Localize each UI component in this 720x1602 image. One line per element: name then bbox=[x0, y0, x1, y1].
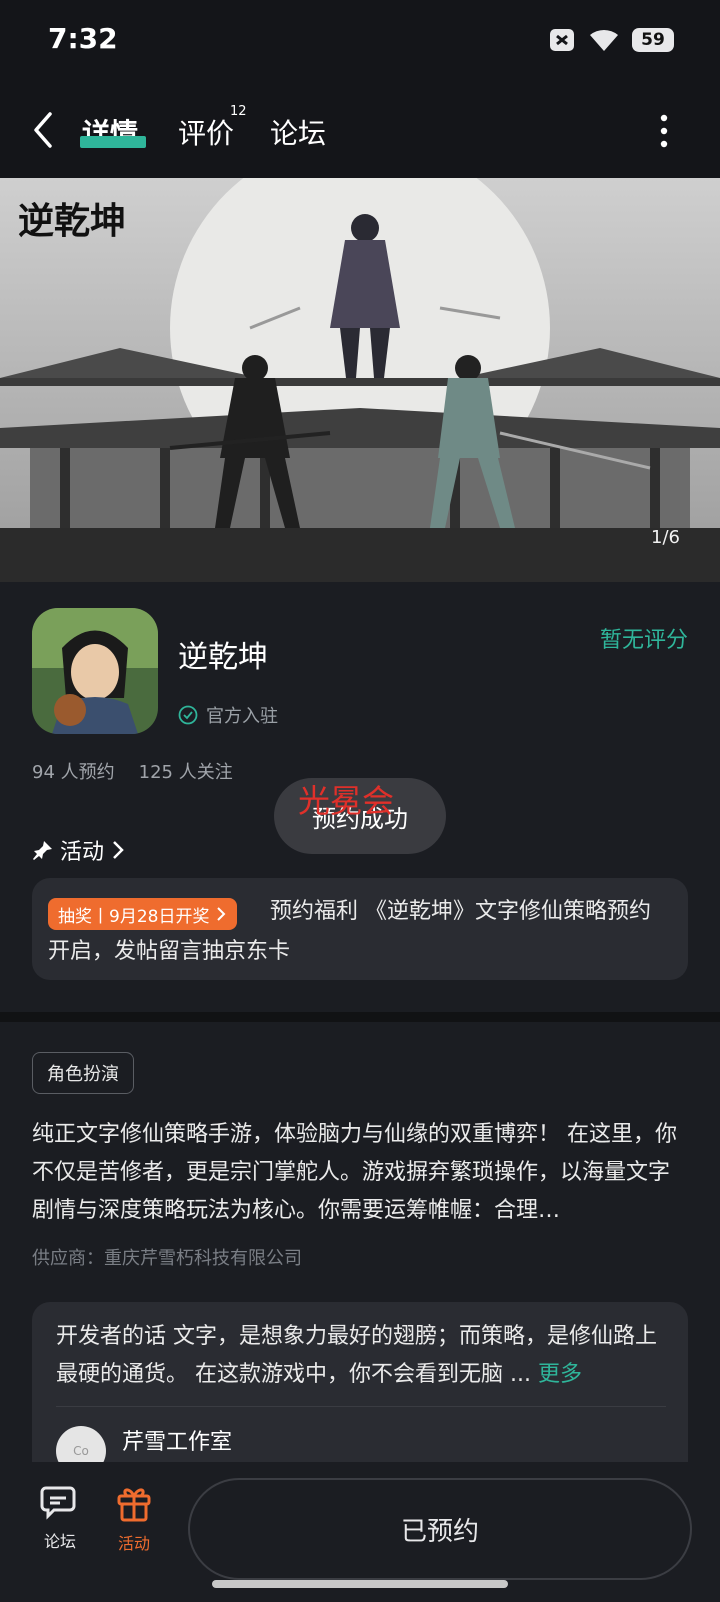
forum-icon bbox=[40, 1486, 76, 1520]
activity-section-header[interactable]: 活动 bbox=[32, 834, 126, 866]
divider bbox=[56, 1406, 666, 1407]
app-icon bbox=[32, 608, 158, 734]
hero-banner[interactable]: 逆乾坤 1/6 bbox=[0, 178, 720, 582]
genre-tag[interactable]: 角色扮演 bbox=[32, 1052, 134, 1094]
status-icons: 59 bbox=[548, 26, 674, 54]
chevron-right-icon bbox=[217, 907, 226, 921]
nav-forum-label: 论坛 bbox=[43, 1532, 76, 1551]
battery-indicator: 59 bbox=[632, 28, 674, 52]
home-indicator[interactable] bbox=[212, 1580, 508, 1588]
more-options-icon[interactable] bbox=[660, 114, 668, 148]
gift-icon bbox=[117, 1488, 151, 1522]
activity-card[interactable]: 预约福利 《逆乾坤》文字修仙策略预约开启，发帖留言抽京东卡 抽奖丨9月28日开奖 bbox=[32, 878, 688, 980]
chevron-right-icon bbox=[113, 841, 124, 859]
status-bar: 7:32 59 bbox=[0, 0, 720, 82]
app-stats: 94 人预约 125 人关注 bbox=[32, 758, 233, 784]
app-title: 逆乾坤 bbox=[178, 640, 268, 675]
tab-reviews[interactable]: 评价 bbox=[178, 112, 234, 152]
reserved-button[interactable]: 已预约 bbox=[188, 1478, 692, 1580]
pin-icon bbox=[33, 841, 52, 860]
active-tab-indicator bbox=[80, 136, 146, 148]
banner-page-counter: 1/6 bbox=[651, 527, 680, 548]
verified-check-icon bbox=[178, 705, 198, 725]
nav-forum[interactable]: 论坛 bbox=[30, 1484, 90, 1552]
supplier-info: 供应商：重庆芹雪朽科技有限公司 bbox=[32, 1248, 302, 1269]
back-arrow-icon[interactable] bbox=[30, 110, 54, 150]
developer-note-card[interactable]: 开发者的话 文字，是想象力最好的翅膀；而策略，是修仙路上最硬的通货。 在这款游戏… bbox=[32, 1302, 688, 1488]
developer-name[interactable]: 芹雪工作室 bbox=[122, 1424, 232, 1456]
rating-status: 暂无评分 bbox=[599, 628, 688, 653]
wifi-icon bbox=[590, 29, 618, 51]
official-label: 官方入驻 bbox=[206, 706, 278, 727]
reservation-count: 94 人预约 bbox=[32, 762, 115, 783]
follower-count: 125 人关注 bbox=[138, 762, 233, 783]
top-nav: 详情 评价 12 论坛 bbox=[0, 82, 720, 178]
status-time: 7:32 bbox=[48, 22, 118, 55]
game-description[interactable]: 纯正文字修仙策略手游，体验脑力与仙缘的双重博弈！ 在这里，你不仅是苦修者，更是宗… bbox=[32, 1116, 688, 1230]
notification-icon bbox=[550, 29, 574, 51]
lottery-badge[interactable]: 抽奖丨9月28日开奖 bbox=[48, 898, 238, 930]
section-divider bbox=[0, 1012, 720, 1022]
official-badge: 官方入驻 bbox=[178, 702, 278, 728]
tab-forum[interactable]: 论坛 bbox=[270, 112, 326, 152]
reviews-count-badge: 12 bbox=[230, 104, 247, 119]
developer-note: 开发者的话 文字，是想象力最好的翅膀；而策略，是修仙路上最硬的通货。 在这款游戏… bbox=[56, 1318, 666, 1394]
game-logo-text: 逆乾坤 bbox=[18, 200, 127, 242]
description-section: 角色扮演 纯正文字修仙策略手游，体验脑力与仙缘的双重博弈！ 在这里，你不仅是苦修… bbox=[0, 1022, 720, 1488]
more-link[interactable]: 更多 bbox=[538, 1362, 582, 1387]
lottery-badge-label: 抽奖丨9月28日开奖 bbox=[58, 906, 210, 927]
activity-section-label: 活动 bbox=[60, 840, 105, 865]
nav-activity[interactable]: 活动 bbox=[104, 1484, 164, 1554]
app-info-section: 逆乾坤 官方入驻 暂无评分 94 人预约 125 人关注 活动 预约福利 《逆乾… bbox=[0, 582, 720, 1012]
watermark-text: 光冕会 bbox=[298, 782, 395, 820]
nav-activity-label: 活动 bbox=[117, 1534, 150, 1553]
